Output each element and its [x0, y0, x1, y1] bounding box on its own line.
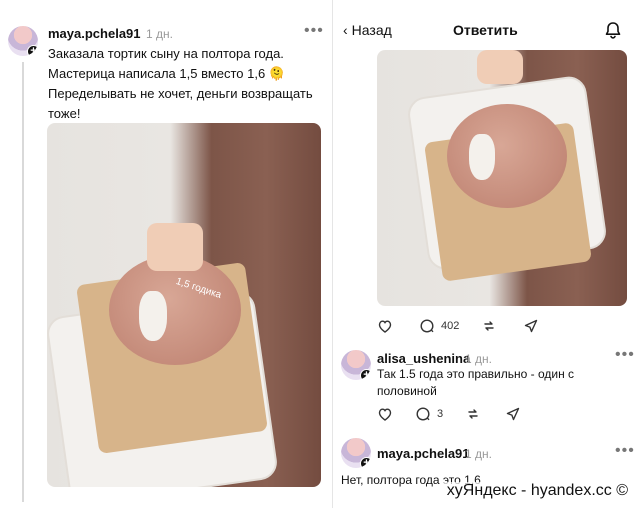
reply-time: 1 дн.: [465, 352, 492, 366]
share-icon[interactable]: [523, 318, 539, 334]
plus-icon[interactable]: +: [27, 45, 38, 56]
cake: [447, 104, 567, 208]
top-bar: ‹ Назад Ответить: [333, 0, 640, 46]
cake: [109, 255, 241, 365]
comments-count: 402: [441, 320, 460, 332]
post-actions: 402: [377, 318, 539, 334]
more-icon[interactable]: •••: [304, 22, 324, 40]
reply-actions: 3: [377, 406, 521, 422]
avatar[interactable]: +: [341, 350, 371, 380]
cake-bunny: [469, 134, 495, 180]
cake-bunny: [139, 291, 167, 341]
post-time: 1 дн.: [146, 27, 173, 41]
comment-icon[interactable]: [419, 318, 435, 334]
reply-panel: ‹ Назад Ответить 402 + alisa_ushenina 1: [332, 0, 640, 508]
reply-username[interactable]: maya.pchela91: [377, 446, 470, 461]
bell-icon[interactable]: [603, 20, 623, 40]
more-icon[interactable]: •••: [615, 442, 635, 460]
left-post-panel: + maya.pchela91 1 дн. ••• Заказала торти…: [0, 0, 330, 508]
repost-icon[interactable]: [481, 318, 497, 334]
share-icon[interactable]: [505, 406, 521, 422]
avatar[interactable]: +: [8, 26, 38, 56]
back-button[interactable]: ‹ Назад: [343, 22, 392, 38]
post-username[interactable]: maya.pchela91: [48, 26, 141, 41]
comment-icon[interactable]: [415, 406, 431, 422]
back-label: Назад: [351, 22, 392, 38]
post-text: Заказала тортик сыну на полтора года. Ма…: [48, 46, 313, 121]
repost-icon[interactable]: [465, 406, 481, 422]
avatar[interactable]: +: [341, 438, 371, 468]
child-hand: [477, 50, 523, 84]
child-hand: [147, 223, 203, 271]
watermark: хуЯндекс - hyandex.cc ©: [442, 482, 632, 500]
post-photo-preview[interactable]: [377, 50, 627, 306]
reply-username[interactable]: alisa_ushenina: [377, 351, 470, 366]
page-title: Ответить: [453, 22, 518, 38]
plus-icon[interactable]: +: [360, 369, 371, 380]
reply-text: Так 1.5 года это правильно - один с поло…: [377, 367, 575, 398]
comments-count: 3: [437, 408, 444, 420]
plus-icon[interactable]: +: [360, 457, 371, 468]
chevron-left-icon: ‹: [343, 22, 348, 38]
thread-line: [22, 62, 24, 502]
more-icon[interactable]: •••: [615, 346, 635, 364]
heart-icon[interactable]: [377, 318, 393, 334]
reply-time: 1 дн.: [465, 447, 492, 461]
heart-icon[interactable]: [377, 406, 393, 422]
post-photo[interactable]: 1,5 годика: [47, 123, 321, 487]
